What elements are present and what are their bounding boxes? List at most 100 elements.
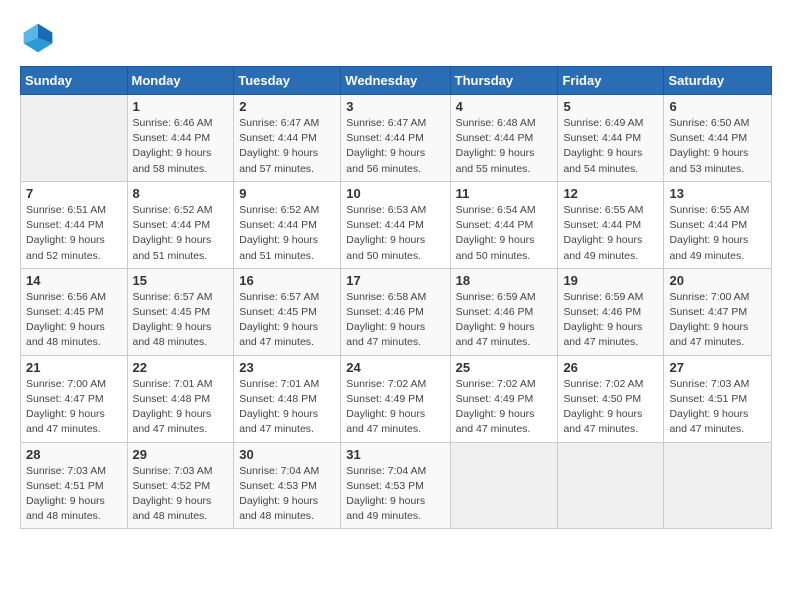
day-number: 2 [239,99,335,114]
day-info: Sunrise: 6:57 AM Sunset: 4:45 PM Dayligh… [133,290,229,351]
page-header [20,20,772,56]
calendar-cell: 14Sunrise: 6:56 AM Sunset: 4:45 PM Dayli… [21,268,128,355]
calendar-cell: 10 Sunrise: 6:53 AM Sunset: 4:44 PM Dayli… [341,181,450,268]
calendar-cell: 12 Sunrise: 6:55 AM Sunset: 4:44 PM Dayli… [558,181,664,268]
days-of-week-row: SundayMondayTuesdayWednesdayThursdayFrid… [21,67,772,95]
day-number: 4 [456,99,553,114]
calendar-cell: 18 Sunrise: 6:59 AM Sunset: 4:46 PM Dayli… [450,268,558,355]
day-number: 23 [239,360,335,375]
day-number: 17 [346,273,444,288]
calendar-cell: 17 Sunrise: 6:58 AM Sunset: 4:46 PM Dayli… [341,268,450,355]
calendar-cell: 28Sunrise: 7:03 AM Sunset: 4:51 PM Dayli… [21,442,128,529]
day-info: Sunrise: 6:59 AM Sunset: 4:46 PM Dayligh… [563,290,658,351]
day-number: 31 [346,447,444,462]
day-info: Sunrise: 7:00 AM Sunset: 4:47 PM Dayligh… [26,377,122,438]
day-info: Sunrise: 7:03 AM Sunset: 4:51 PM Dayligh… [669,377,766,438]
calendar-cell: 30 Sunrise: 7:04 AM Sunset: 4:53 PM Dayli… [234,442,341,529]
calendar-cell: 19 Sunrise: 6:59 AM Sunset: 4:46 PM Dayli… [558,268,664,355]
day-number: 10 [346,186,444,201]
day-of-week-thursday: Thursday [450,67,558,95]
calendar-cell: 25 Sunrise: 7:02 AM Sunset: 4:49 PM Dayli… [450,355,558,442]
day-info: Sunrise: 7:04 AM Sunset: 4:53 PM Dayligh… [346,464,444,525]
day-number: 21 [26,360,122,375]
week-row: 28Sunrise: 7:03 AM Sunset: 4:51 PM Dayli… [21,442,772,529]
day-of-week-tuesday: Tuesday [234,67,341,95]
day-number: 26 [563,360,658,375]
day-info: Sunrise: 6:49 AM Sunset: 4:44 PM Dayligh… [563,116,658,177]
day-info: Sunrise: 6:58 AM Sunset: 4:46 PM Dayligh… [346,290,444,351]
day-info: Sunrise: 6:57 AM Sunset: 4:45 PM Dayligh… [239,290,335,351]
day-number: 12 [563,186,658,201]
day-number: 11 [456,186,553,201]
day-number: 8 [133,186,229,201]
calendar-cell: 31 Sunrise: 7:04 AM Sunset: 4:53 PM Dayli… [341,442,450,529]
week-row: 14Sunrise: 6:56 AM Sunset: 4:45 PM Dayli… [21,268,772,355]
week-row: 1 Sunrise: 6:46 AM Sunset: 4:44 PM Daylig… [21,95,772,182]
day-number: 20 [669,273,766,288]
calendar-cell: 29 Sunrise: 7:03 AM Sunset: 4:52 PM Dayli… [127,442,234,529]
calendar-cell: 7 Sunrise: 6:51 AM Sunset: 4:44 PM Daylig… [21,181,128,268]
day-of-week-wednesday: Wednesday [341,67,450,95]
calendar-cell: 1 Sunrise: 6:46 AM Sunset: 4:44 PM Daylig… [127,95,234,182]
day-of-week-sunday: Sunday [21,67,128,95]
logo-icon [20,20,56,56]
calendar-cell: 3Sunrise: 6:47 AM Sunset: 4:44 PM Daylig… [341,95,450,182]
calendar-header: SundayMondayTuesdayWednesdayThursdayFrid… [21,67,772,95]
day-info: Sunrise: 6:52 AM Sunset: 4:44 PM Dayligh… [133,203,229,264]
day-number: 28 [26,447,122,462]
day-info: Sunrise: 6:46 AM Sunset: 4:44 PM Dayligh… [133,116,229,177]
day-number: 30 [239,447,335,462]
day-info: Sunrise: 7:02 AM Sunset: 4:49 PM Dayligh… [346,377,444,438]
calendar-cell [450,442,558,529]
calendar-cell [558,442,664,529]
day-info: Sunrise: 6:48 AM Sunset: 4:44 PM Dayligh… [456,116,553,177]
calendar-cell: 20 Sunrise: 7:00 AM Sunset: 4:47 PM Dayli… [664,268,772,355]
calendar-cell: 4 Sunrise: 6:48 AM Sunset: 4:44 PM Daylig… [450,95,558,182]
calendar-cell: 21 Sunrise: 7:00 AM Sunset: 4:47 PM Dayli… [21,355,128,442]
day-info: Sunrise: 6:55 AM Sunset: 4:44 PM Dayligh… [669,203,766,264]
day-info: Sunrise: 7:01 AM Sunset: 4:48 PM Dayligh… [133,377,229,438]
calendar-cell: 11 Sunrise: 6:54 AM Sunset: 4:44 PM Dayli… [450,181,558,268]
day-number: 27 [669,360,766,375]
day-number: 22 [133,360,229,375]
calendar-cell: 16Sunrise: 6:57 AM Sunset: 4:45 PM Dayli… [234,268,341,355]
day-number: 5 [563,99,658,114]
day-number: 6 [669,99,766,114]
day-number: 7 [26,186,122,201]
day-info: Sunrise: 7:01 AM Sunset: 4:48 PM Dayligh… [239,377,335,438]
calendar-cell: 2Sunrise: 6:47 AM Sunset: 4:44 PM Daylig… [234,95,341,182]
calendar-cell [664,442,772,529]
logo [20,20,60,56]
week-row: 7 Sunrise: 6:51 AM Sunset: 4:44 PM Daylig… [21,181,772,268]
day-number: 25 [456,360,553,375]
calendar-cell: 22 Sunrise: 7:01 AM Sunset: 4:48 PM Dayli… [127,355,234,442]
day-info: Sunrise: 7:02 AM Sunset: 4:50 PM Dayligh… [563,377,658,438]
day-info: Sunrise: 7:03 AM Sunset: 4:52 PM Dayligh… [133,464,229,525]
calendar-cell [21,95,128,182]
day-number: 19 [563,273,658,288]
day-of-week-monday: Monday [127,67,234,95]
day-info: Sunrise: 7:04 AM Sunset: 4:53 PM Dayligh… [239,464,335,525]
calendar-cell: 5 Sunrise: 6:49 AM Sunset: 4:44 PM Daylig… [558,95,664,182]
calendar-cell: 26 Sunrise: 7:02 AM Sunset: 4:50 PM Dayli… [558,355,664,442]
day-number: 9 [239,186,335,201]
day-info: Sunrise: 7:02 AM Sunset: 4:49 PM Dayligh… [456,377,553,438]
day-number: 18 [456,273,553,288]
day-info: Sunrise: 6:51 AM Sunset: 4:44 PM Dayligh… [26,203,122,264]
day-info: Sunrise: 6:55 AM Sunset: 4:44 PM Dayligh… [563,203,658,264]
day-number: 3 [346,99,444,114]
calendar-cell: 13 Sunrise: 6:55 AM Sunset: 4:44 PM Dayli… [664,181,772,268]
day-number: 13 [669,186,766,201]
day-info: Sunrise: 6:50 AM Sunset: 4:44 PM Dayligh… [669,116,766,177]
calendar-table: SundayMondayTuesdayWednesdayThursdayFrid… [20,66,772,529]
day-number: 15 [133,273,229,288]
day-of-week-saturday: Saturday [664,67,772,95]
day-info: Sunrise: 7:00 AM Sunset: 4:47 PM Dayligh… [669,290,766,351]
day-number: 1 [133,99,229,114]
day-info: Sunrise: 6:53 AM Sunset: 4:44 PM Dayligh… [346,203,444,264]
day-number: 29 [133,447,229,462]
day-info: Sunrise: 6:54 AM Sunset: 4:44 PM Dayligh… [456,203,553,264]
calendar-cell: 6 Sunrise: 6:50 AM Sunset: 4:44 PM Daylig… [664,95,772,182]
calendar-cell: 27 Sunrise: 7:03 AM Sunset: 4:51 PM Dayli… [664,355,772,442]
day-info: Sunrise: 6:59 AM Sunset: 4:46 PM Dayligh… [456,290,553,351]
